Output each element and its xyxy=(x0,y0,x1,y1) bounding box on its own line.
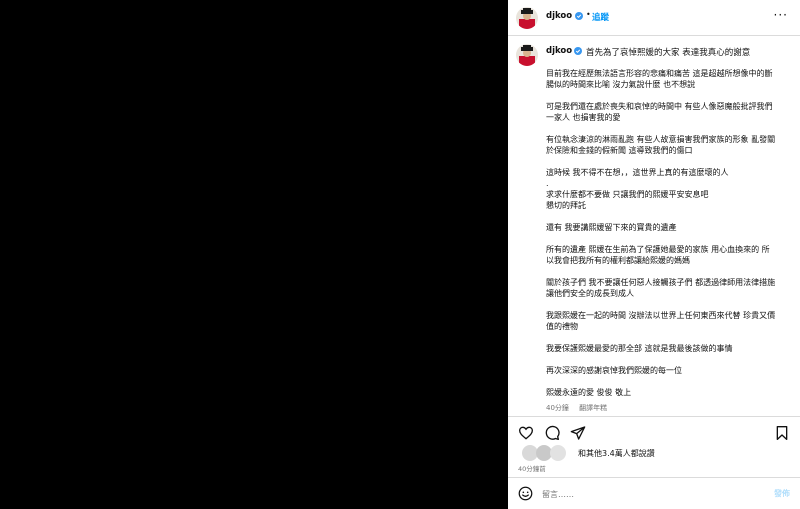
caption-line: 求求什麼都不要做 只讓我們的熙媛平安安息吧 xyxy=(546,190,709,199)
caption-line: 腸似的時間來比喻 沒力氣說什麼 也不想說 xyxy=(546,80,696,89)
caption-line: 熙媛永遠的愛 俊俊 敬上 xyxy=(546,388,632,397)
verified-badge-icon xyxy=(575,12,583,20)
caption-username[interactable]: djkoo xyxy=(546,46,572,56)
caption-line: 可是我們還在處於喪失和哀悼的時間中 有些人像惡魔般批評我們 xyxy=(546,102,773,111)
post-side-panel: djkoo • 追蹤 ··· djkoo 首先為了哀悼熙媛的大家 表達我真心的謝… xyxy=(508,0,800,509)
caption-line: 懇切的拜託 xyxy=(546,201,586,210)
caption-line: 我跟熙媛在一起的時間 沒辦法以世界上任何東西來代替 珍貴又價 xyxy=(546,311,776,320)
caption-time: 40分鐘 xyxy=(546,404,569,412)
caption-line: 關於孩子們 我不要讓任何惡人接觸孩子們 都透過律師用法律措施 xyxy=(546,278,776,287)
comment-icon[interactable] xyxy=(544,425,560,441)
caption-line: 一家人 也損害我的愛 xyxy=(546,113,621,122)
post-comment-button[interactable]: 發佈 xyxy=(774,488,790,499)
caption-line: 還有 我要講熙媛留下來的寶貴的遺產 xyxy=(546,223,677,232)
post-media[interactable] xyxy=(0,0,508,509)
caption-line: 再次深深的感謝哀悼我們熙媛的每一位 xyxy=(546,366,682,375)
caption-line: 我要保護熙媛最愛的那全部 這就是我最後該做的事情 xyxy=(546,344,733,353)
caption-line: 目前我在經歷無法語言形容的悲痛和痛苦 這是超越所想像中的斷 xyxy=(546,69,773,78)
caption-line: 讓他們安全的成長到成人 xyxy=(546,289,634,298)
see-translation-link[interactable]: 翻譯年糕 xyxy=(579,404,607,412)
liker-avatar[interactable] xyxy=(550,445,566,461)
likes-row[interactable]: 和其他3.4萬人都說讚 xyxy=(516,445,796,463)
header-separator: • xyxy=(586,10,591,19)
header-username[interactable]: djkoo xyxy=(546,11,572,21)
comment-bar: 發佈 xyxy=(508,477,800,509)
caption-avatar[interactable] xyxy=(516,44,538,66)
caption-line: . xyxy=(546,179,549,188)
more-options-button[interactable]: ··· xyxy=(774,8,788,22)
caption-meta: 40分鐘 翻譯年糕 xyxy=(546,403,615,413)
caption-line: 這時候 我不得不在想，，這世界上真的有這麼壞的人 xyxy=(546,168,729,177)
bookmark-icon[interactable] xyxy=(774,425,790,441)
follow-button[interactable]: 追蹤 xyxy=(592,11,609,23)
avatar[interactable] xyxy=(516,7,538,29)
heart-icon[interactable] xyxy=(518,425,534,441)
caption-line: 於保險和金錢的假新聞 這導致我們的傷口 xyxy=(546,146,693,155)
caption-first-line: 首先為了哀悼熙媛的大家 表達我真心的謝意 xyxy=(586,48,751,58)
verified-badge-icon xyxy=(574,47,582,55)
likes-count[interactable]: 和其他3.4萬人都說讚 xyxy=(578,448,655,459)
post-timestamp: 40分鐘前 xyxy=(518,465,546,473)
caption-line: 值的禮物 xyxy=(546,322,578,331)
comment-input[interactable] xyxy=(542,487,762,501)
caption-line: 有位執念淒涼的淋雨亂跑 有些人故意損害我們家族的形象 亂發關 xyxy=(546,135,776,144)
caption-line: 所有的遺產 熙媛在生前為了保護她最愛的家族 用心血換來的 所 xyxy=(546,245,770,254)
emoji-icon[interactable] xyxy=(518,486,533,501)
caption-line: 以我會把我所有的權利都讓給熙媛的媽媽 xyxy=(546,256,690,265)
post-header: djkoo • 追蹤 ··· xyxy=(508,0,800,36)
share-icon[interactable] xyxy=(570,425,586,441)
caption-area[interactable]: djkoo 首先為了哀悼熙媛的大家 表達我真心的謝意 目前我在經歷無法語言形容的… xyxy=(508,36,800,416)
